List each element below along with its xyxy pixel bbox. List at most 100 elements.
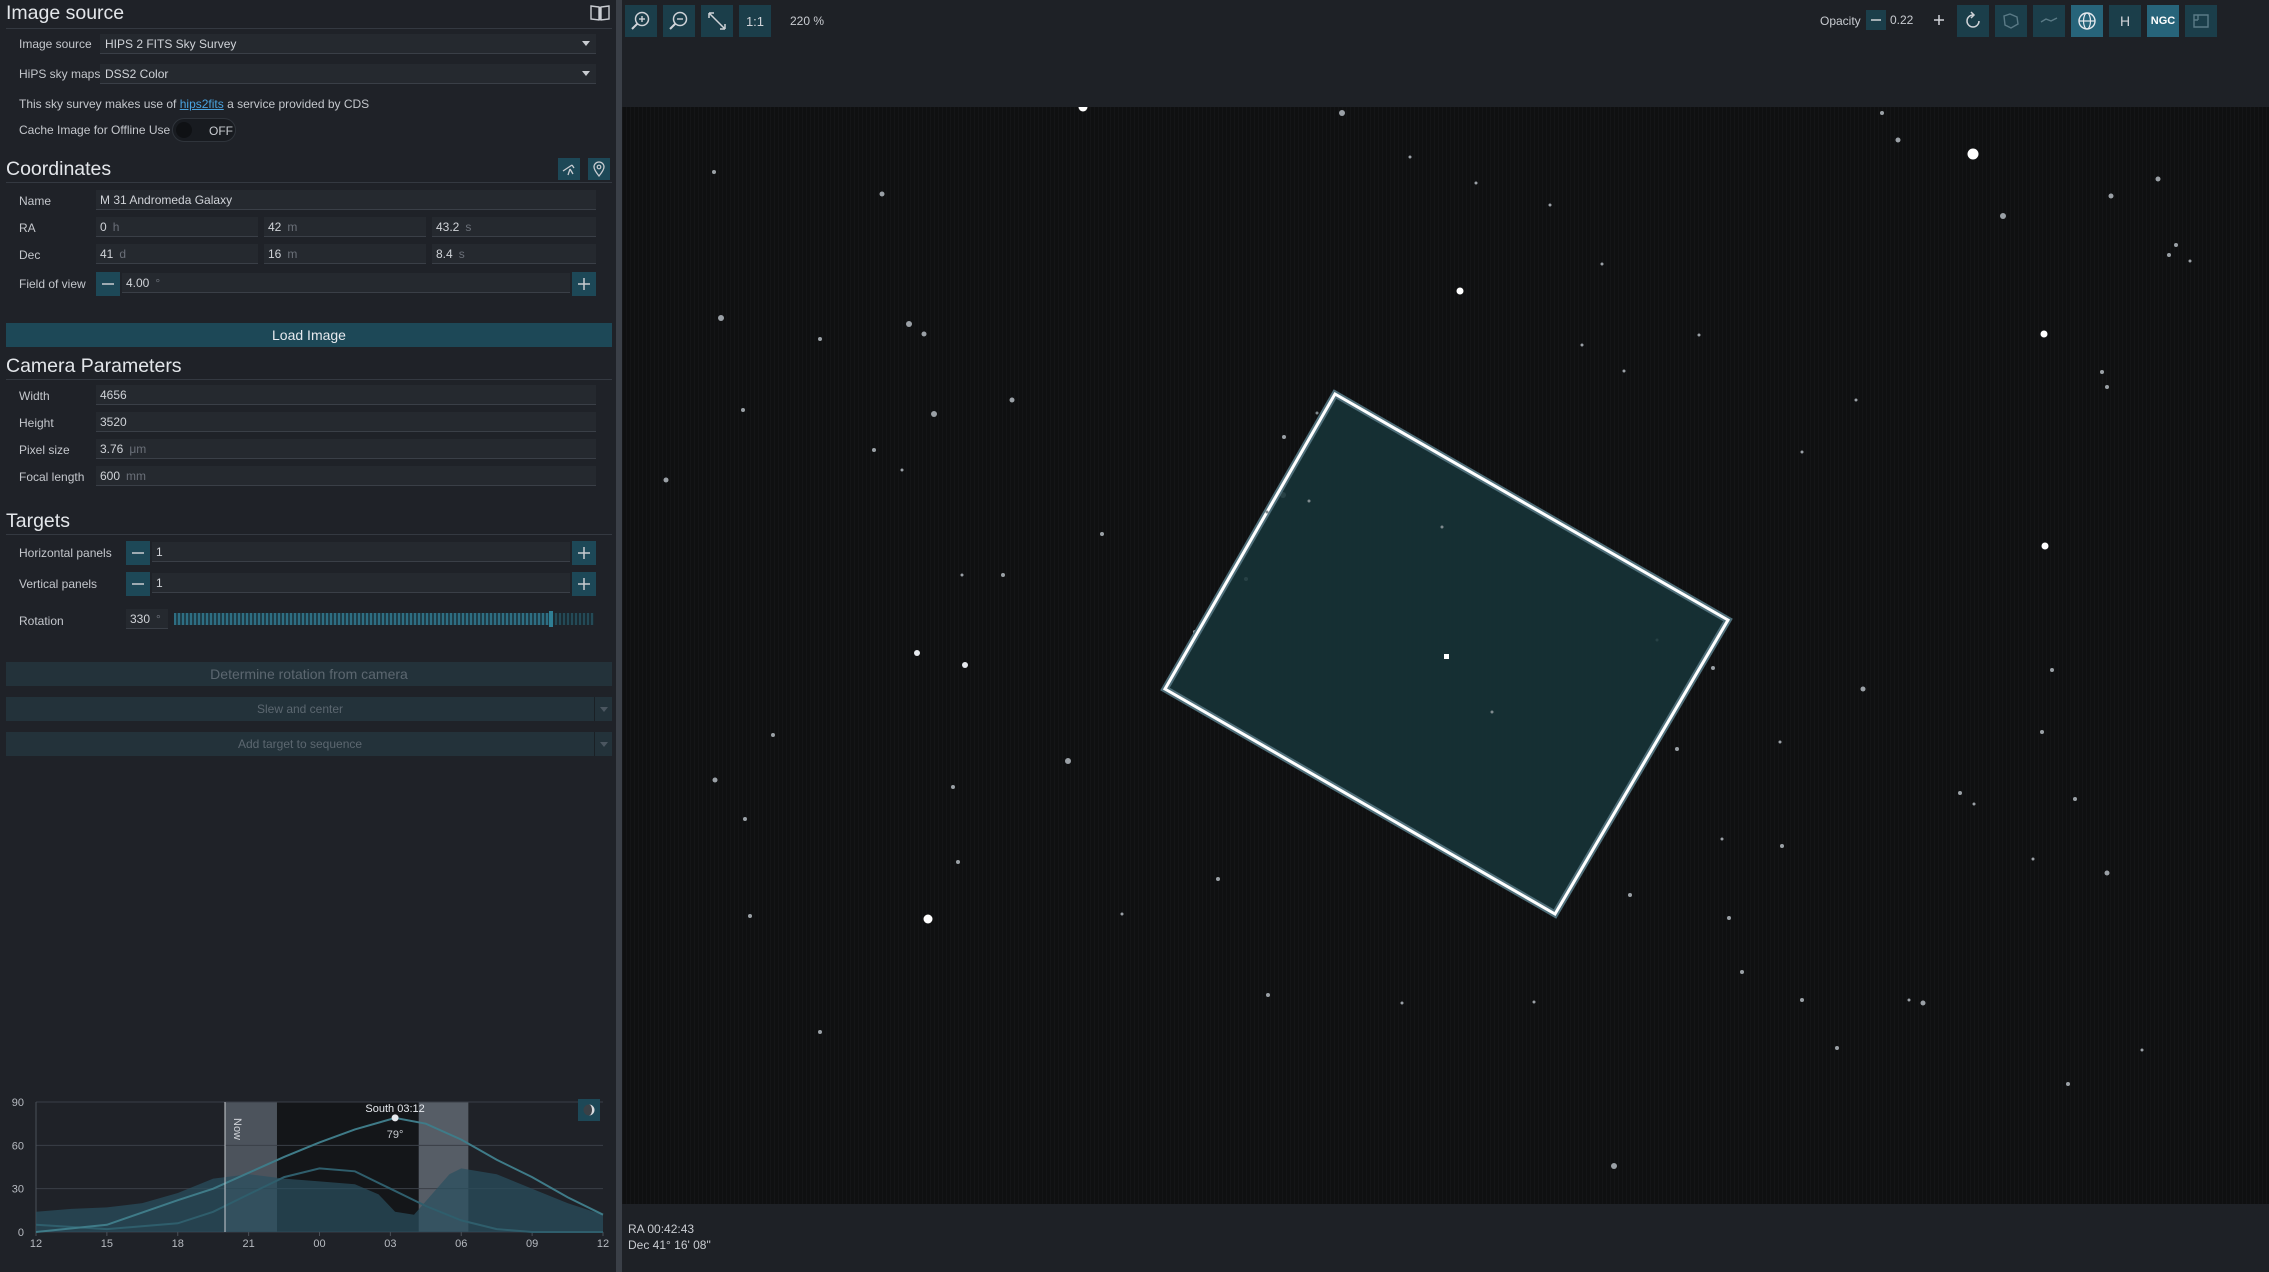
cursor-ra: RA 00:42:43 [628, 1222, 695, 1236]
star [872, 448, 876, 452]
opacity-value[interactable]: 0.22 [1890, 13, 1928, 27]
opacity-decrease-button[interactable] [1866, 10, 1886, 30]
vertical-panels-input[interactable]: 1 [152, 573, 570, 593]
star [1711, 666, 1715, 670]
vertical-panels-increase-button[interactable] [572, 572, 596, 596]
credit-suffix: a service provided by CDS [227, 97, 370, 111]
fov-increase-button[interactable] [572, 272, 596, 296]
width-value: 4656 [100, 388, 127, 402]
height-label: Height [19, 416, 54, 430]
ra-minutes-input[interactable]: 42 m [264, 217, 426, 237]
grid-button[interactable] [2071, 5, 2103, 37]
rotate-button[interactable] [1957, 5, 1989, 37]
hip-stars-button[interactable]: H [2109, 5, 2141, 37]
chevron-down-icon[interactable] [594, 697, 612, 721]
ra-hours-input[interactable]: 0h [96, 217, 258, 237]
width-input[interactable]: 4656 [96, 385, 596, 405]
horizontal-panels-increase-button[interactable] [572, 541, 596, 565]
cache-toggle[interactable]: OFF [172, 118, 236, 142]
image-source-value: HIPS 2 FITS Sky Survey [105, 37, 237, 51]
vertical-panels-decrease-button[interactable] [126, 572, 150, 596]
pixel-size-input[interactable]: 3.76 μm [96, 439, 596, 459]
constellation-boundaries-button[interactable] [1995, 5, 2027, 37]
cache-label: Cache Image for Offline Use [19, 123, 171, 137]
ra-label: RA [19, 221, 36, 235]
star [748, 914, 752, 918]
star [1860, 686, 1866, 692]
divider [6, 28, 612, 29]
slew-center-button[interactable]: Slew and center [6, 697, 612, 721]
sky-image[interactable] [622, 107, 2269, 1204]
map-layer-button[interactable] [2185, 5, 2217, 37]
ngc-button[interactable]: NGC [2147, 5, 2179, 37]
zoom-in-icon [631, 11, 650, 30]
hips-sky-maps-select[interactable]: DSS2 Color [100, 64, 596, 84]
star [818, 337, 822, 341]
determine-rotation-button[interactable]: Determine rotation from camera [6, 662, 612, 686]
actual-size-button[interactable]: 1:1 [739, 5, 771, 37]
chevron-down-icon[interactable] [594, 732, 612, 756]
star [2167, 253, 2171, 257]
star [956, 860, 960, 864]
fit-to-screen-button[interactable] [701, 5, 733, 37]
height-input[interactable]: 3520 [96, 412, 596, 432]
location-button[interactable] [588, 158, 610, 180]
sky-select-button[interactable] [558, 158, 580, 180]
dec-degrees-input[interactable]: 41 d [96, 244, 258, 264]
cursor-coordinates: RA 00:42:43 Dec 41° 16' 08" [628, 1221, 711, 1253]
rotation-slider[interactable] [174, 611, 594, 627]
load-image-button[interactable]: Load Image [6, 323, 612, 347]
fov-decrease-button[interactable] [96, 272, 120, 296]
dec-seconds-input[interactable]: 8.4 s [432, 244, 596, 264]
star [2100, 370, 2104, 374]
focal-length-value: 600 [100, 469, 121, 483]
chevron-down-icon [582, 71, 590, 76]
dec-minutes-input[interactable]: 16 m [264, 244, 426, 264]
chevron-down-icon [582, 41, 590, 46]
rotation-input[interactable]: 330 ° [126, 609, 168, 629]
pixel-size-value: 3.76 [100, 442, 124, 456]
star [2000, 213, 2006, 219]
hips2fits-link[interactable]: hips2fits [180, 97, 224, 111]
cache-toggle-state: OFF [209, 124, 233, 138]
star [1266, 993, 1270, 997]
horizontal-panels-decrease-button[interactable] [126, 541, 150, 565]
constellation-lines-button[interactable] [2033, 5, 2065, 37]
star [1474, 181, 1478, 185]
plus-icon [578, 547, 590, 559]
star [2105, 385, 2109, 389]
star [741, 408, 745, 412]
fov-input[interactable]: 4.00 ° [122, 273, 570, 293]
divider [6, 182, 612, 183]
expand-diagonal-icon [708, 12, 726, 30]
star [1440, 525, 1444, 529]
star [951, 785, 955, 789]
star [1339, 110, 1345, 116]
name-input[interactable]: M 31 Andromeda Galaxy [96, 190, 596, 210]
star [906, 321, 912, 327]
star [1800, 998, 1804, 1002]
horizontal-panels-value: 1 [156, 545, 163, 559]
star [771, 733, 775, 737]
ra-seconds-value: 43.2 [436, 220, 460, 234]
zoom-in-button[interactable] [625, 5, 657, 37]
slider-thumb[interactable] [549, 611, 554, 627]
name-value: M 31 Andromeda Galaxy [100, 193, 233, 207]
add-target-button[interactable]: Add target to sequence [6, 732, 612, 756]
focal-length-input[interactable]: 600 mm [96, 466, 596, 486]
moon-toggle-button[interactable] [578, 1099, 600, 1121]
zoom-out-icon [669, 11, 688, 30]
star [1835, 1046, 1839, 1050]
zoom-out-button[interactable] [663, 5, 695, 37]
x-tick-label: 18 [172, 1238, 184, 1250]
coordinates-title: Coordinates [6, 158, 112, 180]
star [2041, 542, 2049, 550]
book-icon[interactable] [590, 4, 610, 27]
ra-seconds-input[interactable]: 43.2 s [432, 217, 596, 237]
horizontal-panels-input[interactable]: 1 [152, 542, 570, 562]
image-source-select[interactable]: HIPS 2 FITS Sky Survey [100, 34, 596, 54]
opacity-increase-button[interactable] [1929, 10, 1949, 30]
star [960, 573, 964, 577]
star [1400, 1001, 1404, 1005]
fov-label: Field of view [19, 277, 86, 291]
